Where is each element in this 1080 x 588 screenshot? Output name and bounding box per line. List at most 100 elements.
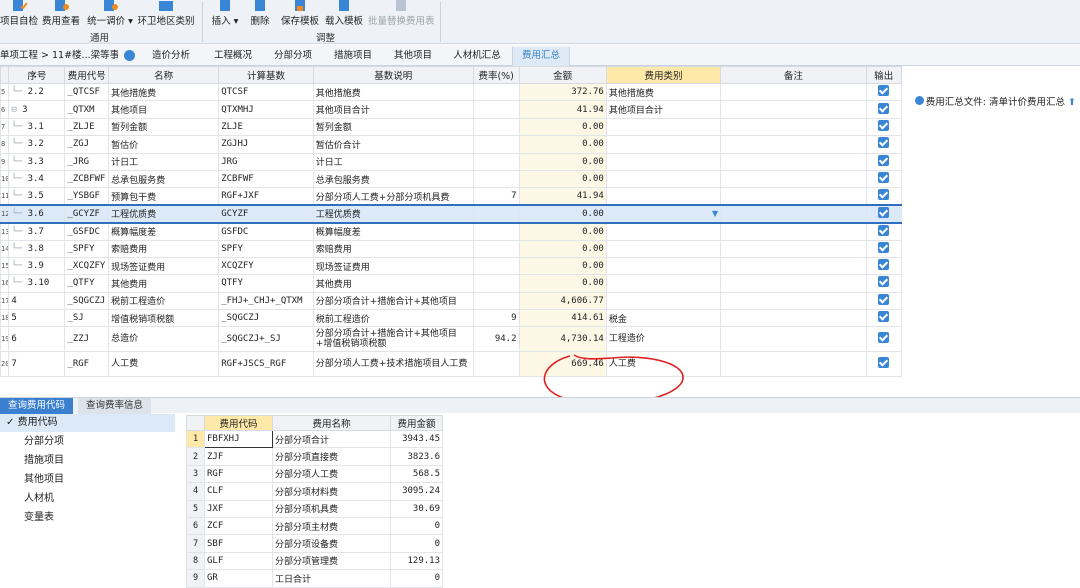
cell-amount[interactable]: 4,606.77: [518, 291, 607, 311]
tab-sub-items[interactable]: 分部分项: [264, 47, 322, 66]
sub-cell-amount[interactable]: 0: [390, 534, 443, 553]
cell-cat[interactable]: 税金: [605, 309, 722, 328]
cell-name[interactable]: 总承包服务费: [108, 169, 220, 189]
region-class-button[interactable]: 环卫地区类别: [137, 0, 195, 30]
cell-code[interactable]: _JRG: [64, 152, 110, 171]
save-template-button[interactable]: 保存模板: [280, 0, 320, 30]
cell-cat[interactable]: [605, 256, 722, 276]
tab-other-items[interactable]: 其他项目: [384, 47, 442, 66]
table-row[interactable]: 8 └─ 3.2 _ZGJ 暂估价 ZGJHJ 暂估价合计 0.00: [0, 135, 903, 154]
table-row[interactable]: 8 GLF 分部分项管理费 129.13: [186, 551, 443, 571]
cell-remark[interactable]: [720, 222, 867, 241]
cell-remark[interactable]: [720, 239, 867, 258]
cell-num[interactable]: 6: [8, 326, 66, 353]
output-checkbox[interactable]: [878, 259, 890, 271]
cell-remark[interactable]: [720, 291, 867, 311]
table-row[interactable]: 19 6 _ZZJ 总造价 _SQGCZJ+_SJ 分部分项合计+措施合计+其他项目+增…: [0, 326, 903, 353]
cell-cat[interactable]: 其他项目合计: [605, 100, 722, 119]
table-row[interactable]: 14 └─ 3.8 _SPFY 索赔费用 SPFY 索赔费用 0.00: [0, 239, 903, 258]
cell-output[interactable]: [865, 187, 903, 206]
sub-cell-name[interactable]: 分部分项机具费: [272, 499, 391, 518]
sub-cell-code[interactable]: JXF: [204, 499, 273, 518]
cell-code[interactable]: _QTCSF: [64, 82, 110, 102]
cell-output[interactable]: [865, 351, 903, 378]
adjust-price-button[interactable]: 统一调价 ▾: [86, 0, 134, 30]
cell-code[interactable]: _XCQZFY: [64, 256, 110, 276]
cell-desc[interactable]: 其他项目合计: [312, 100, 474, 119]
table-row[interactable]: 6 ⊟ 3 _QTXM 其他项目 QTXMHJ 其他项目合计 41.94 其他项目合计: [0, 100, 903, 119]
cell-desc[interactable]: 工程优质费: [312, 204, 474, 224]
cell-base[interactable]: ZLJE: [218, 117, 314, 137]
cell-cat[interactable]: 人工费: [605, 351, 722, 378]
cell-rate[interactable]: [472, 222, 520, 241]
cell-output[interactable]: [865, 169, 903, 189]
insert-button[interactable]: 插入 ▾: [210, 0, 240, 30]
table-row[interactable]: 13 └─ 3.7 _GSFDC 概算幅度差 GSFDC 概算幅度差 0.00: [0, 222, 903, 241]
cell-rate[interactable]: [472, 169, 520, 189]
cell-desc[interactable]: 索赔费用: [312, 239, 474, 258]
sub-cell-amount[interactable]: 30.69: [390, 499, 443, 518]
table-row[interactable]: 15 └─ 3.9 _XCQZFY 现场签证费用 XCQZFY 现场签证费用 0.00: [0, 256, 903, 276]
cell-cat[interactable]: [605, 187, 722, 206]
cell-desc[interactable]: 分部分项合计+措施合计+其他项目: [312, 291, 474, 311]
cell-desc[interactable]: 现场签证费用: [312, 256, 474, 276]
table-row[interactable]: 18 5 _SJ 增值税销项税额 _SQGCZJ 税前工程造价 9 414.61 税金: [0, 309, 903, 328]
sub-cell-code[interactable]: FBFXHJ: [204, 429, 273, 449]
cell-rate[interactable]: 7: [472, 187, 520, 206]
cell-code[interactable]: _SQGCZJ: [64, 291, 110, 311]
cell-remark[interactable]: [720, 135, 867, 154]
tree-item-other[interactable]: 其他项目: [0, 470, 175, 489]
cell-rate[interactable]: [472, 291, 520, 311]
cell-name[interactable]: 概算幅度差: [108, 222, 220, 241]
cell-remark[interactable]: [720, 204, 867, 224]
sub-cell-amount[interactable]: 0: [390, 516, 443, 536]
arrow-up-icon[interactable]: ⬆: [1068, 97, 1076, 108]
output-checkbox[interactable]: [878, 119, 890, 131]
sub-cell-code[interactable]: ZCF: [204, 516, 273, 536]
cell-code[interactable]: _GSFDC: [64, 222, 110, 241]
cell-rate[interactable]: [472, 256, 520, 276]
tree-item-variables[interactable]: 变量表: [0, 508, 175, 527]
cell-amount[interactable]: 0.00: [518, 222, 607, 241]
cell-rate[interactable]: [472, 100, 520, 119]
cell-rate[interactable]: [472, 82, 520, 102]
table-row[interactable]: 11 └─ 3.5 _YSBGF 预算包干费 RGF+JXF 分部分项人工费+分部分项机具…: [0, 187, 903, 206]
cell-num[interactable]: └─ 3.3: [8, 152, 66, 171]
cell-cat[interactable]: [605, 291, 722, 311]
cell-cat[interactable]: ▼: [605, 204, 722, 224]
tab-query-cost-code[interactable]: 查询费用代码: [0, 398, 74, 414]
cell-amount[interactable]: 0.00: [518, 204, 607, 224]
cell-desc[interactable]: 分部分项人工费+分部分项机具费: [312, 187, 474, 206]
cell-base[interactable]: SPFY: [218, 239, 314, 258]
tab-measures[interactable]: 措施项目: [324, 47, 382, 66]
cell-cat[interactable]: [605, 239, 722, 258]
output-checkbox[interactable]: [878, 332, 890, 344]
cell-name[interactable]: 预算包干费: [108, 187, 220, 206]
cell-num[interactable]: 7: [8, 351, 66, 378]
cell-output[interactable]: [865, 152, 903, 171]
cell-remark[interactable]: [720, 169, 867, 189]
cell-output[interactable]: [865, 222, 903, 241]
cell-base[interactable]: RGF+JSCS_RGF: [218, 351, 314, 378]
cell-base[interactable]: GSFDC: [218, 222, 314, 241]
cell-code[interactable]: _SJ: [64, 309, 110, 328]
cell-remark[interactable]: [720, 187, 867, 206]
output-checkbox[interactable]: [878, 154, 890, 166]
cell-num[interactable]: ⊟ 3: [8, 100, 66, 119]
cell-name[interactable]: 其他项目: [108, 100, 220, 119]
cell-base[interactable]: QTXMHJ: [218, 100, 314, 119]
sub-cell-name[interactable]: 分部分项管理费: [272, 551, 391, 571]
sub-cell-code[interactable]: RGF: [204, 464, 273, 484]
cell-desc[interactable]: 计日工: [312, 152, 474, 171]
cell-output[interactable]: [865, 117, 903, 137]
tree-item-sub-items[interactable]: 分部分项: [0, 432, 175, 451]
cell-output[interactable]: [865, 326, 903, 353]
table-row[interactable]: 3 RGF 分部分项人工费 568.5: [186, 464, 443, 484]
sub-cell-code[interactable]: GLF: [204, 551, 273, 571]
cell-amount[interactable]: 0.00: [518, 152, 607, 171]
cell-rate[interactable]: 9: [472, 309, 520, 328]
cell-rate[interactable]: [472, 351, 520, 378]
table-row[interactable]: 2 ZJF 分部分项直接费 3823.6: [186, 447, 443, 466]
cell-desc[interactable]: 其他费用: [312, 274, 474, 293]
cell-base[interactable]: QTFY: [218, 274, 314, 293]
